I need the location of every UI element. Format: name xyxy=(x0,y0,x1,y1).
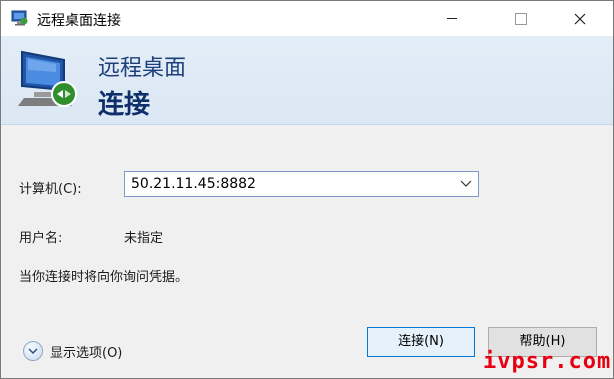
maximize-icon xyxy=(515,12,527,25)
minimize-icon xyxy=(447,18,457,19)
banner-subtitle: 远程桌面 xyxy=(98,56,187,81)
credential-info-text: 当你连接时将向你询问凭据。 xyxy=(19,270,189,285)
close-button[interactable] xyxy=(557,1,603,36)
chevron-down-icon[interactable] xyxy=(460,179,472,189)
remote-desktop-dialog: 远程桌面连接 远程桌面 连接 计算机(C): 50.21.11.45:8882 … xyxy=(0,0,614,379)
connect-button[interactable]: 连接(N) xyxy=(367,327,475,357)
title-bar[interactable]: 远程桌面连接 xyxy=(1,1,613,36)
computer-combobox[interactable]: 50.21.11.45:8882 xyxy=(124,171,479,197)
remote-desktop-icon xyxy=(11,10,28,26)
show-options-label[interactable]: 显示选项(O) xyxy=(50,342,122,361)
watermark-text: ivpsr.com xyxy=(483,349,612,374)
minimize-button[interactable] xyxy=(429,1,475,36)
header-banner: 远程桌面 连接 xyxy=(1,36,613,125)
close-icon xyxy=(574,13,586,24)
username-label: 用户名: xyxy=(19,231,63,246)
remote-desktop-icon xyxy=(18,50,77,107)
computer-label: 计算机(C): xyxy=(19,182,82,197)
maximize-button[interactable] xyxy=(498,1,544,36)
expand-options-icon[interactable] xyxy=(23,341,43,361)
computer-input[interactable]: 50.21.11.45:8882 xyxy=(131,176,256,192)
username-value: 未指定 xyxy=(124,231,164,246)
banner-title: 连接 xyxy=(98,90,151,120)
window-title: 远程桌面连接 xyxy=(37,13,121,29)
